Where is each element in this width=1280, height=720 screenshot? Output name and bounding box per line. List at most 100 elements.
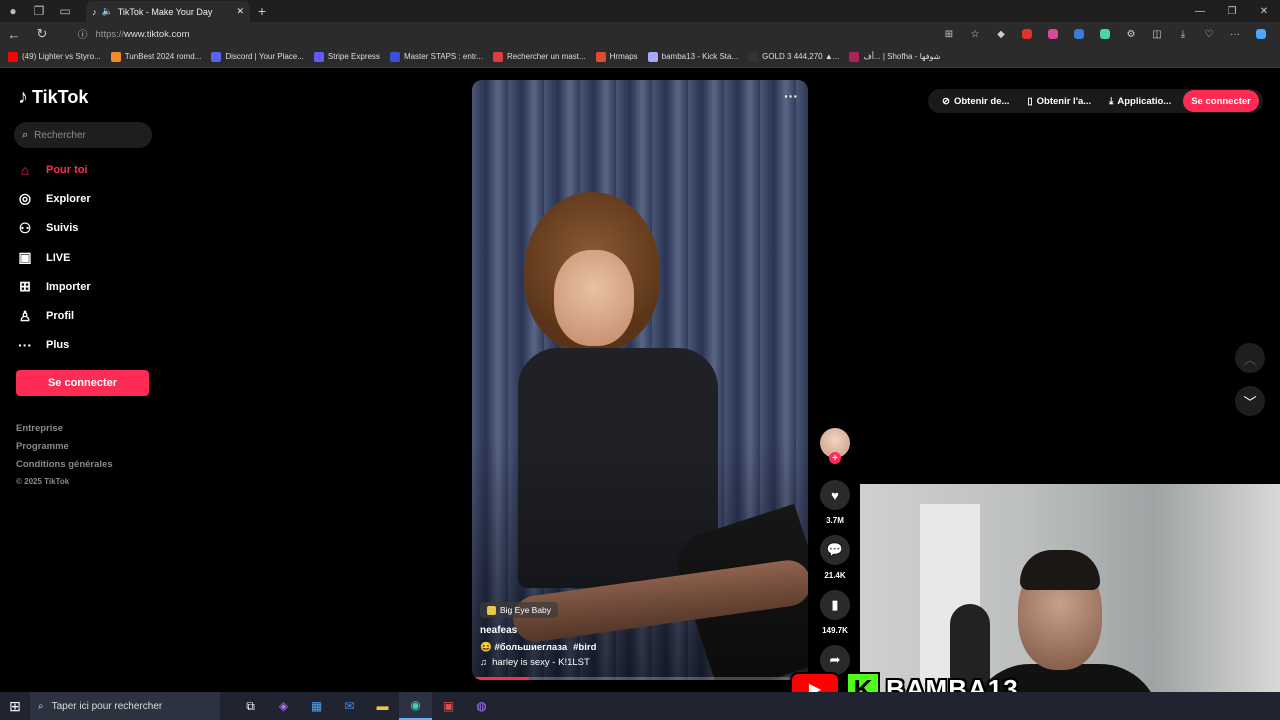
profile-icon[interactable]: ● xyxy=(0,0,26,22)
header-login-button[interactable]: Se connecter xyxy=(1183,90,1259,112)
get-app-button[interactable]: ▯ Obtenir l'a... xyxy=(1021,90,1097,112)
share-icon[interactable]: ➦ xyxy=(820,645,850,675)
footer-link[interactable]: Conditions générales xyxy=(16,459,113,477)
footer-links: Entreprise Programme Conditions générales xyxy=(16,423,113,477)
sidebar-item-pour-toi[interactable]: ⌂ Pour toi xyxy=(16,155,156,184)
refresh-icon[interactable]: ↻ xyxy=(28,22,56,46)
copilot-icon[interactable] xyxy=(1250,25,1272,43)
browser-essentials-icon[interactable]: ♡ xyxy=(1198,25,1220,43)
store-icon[interactable]: ▦ xyxy=(300,692,333,720)
copilot-taskbar-icon[interactable]: ◈ xyxy=(267,692,300,720)
mail-icon[interactable]: ✉ xyxy=(333,692,366,720)
footer-link[interactable]: Entreprise xyxy=(16,423,113,441)
workspaces-icon[interactable]: ❐ xyxy=(26,0,52,22)
bookmark-favicon-icon xyxy=(748,51,759,62)
like-action[interactable]: ♥ 3.7M xyxy=(820,480,850,525)
app-window-icon[interactable]: ▣ xyxy=(432,692,465,720)
hashtag[interactable]: 😆 #большиеглаза xyxy=(480,642,567,653)
bookmark-item[interactable]: GOLD 3 444,270 ▲... xyxy=(748,51,840,62)
bookmark-icon[interactable]: ▮ xyxy=(820,590,850,620)
following-icon: ⚇ xyxy=(18,219,32,236)
site-info-icon[interactable]: ⓘ xyxy=(78,27,88,41)
follow-plus-icon[interactable]: + xyxy=(829,452,841,464)
tiktok-logo[interactable]: ♪ TikTok xyxy=(18,86,88,109)
extension-2-icon[interactable] xyxy=(1016,25,1038,43)
tab-actions-icon[interactable]: ▭ xyxy=(52,0,78,22)
video-progress-bar[interactable] xyxy=(472,677,808,680)
downloads-icon[interactable]: ⤓ xyxy=(1172,25,1194,43)
split-screen-icon[interactable]: ◫ xyxy=(1146,25,1168,43)
back-icon[interactable]: ← xyxy=(0,22,28,46)
sidebar-item-importer[interactable]: ⊞ Importer xyxy=(16,272,156,301)
task-view-icon[interactable]: ⧉ xyxy=(234,692,267,720)
sidebar-item-suivis[interactable]: ⚇ Suivis xyxy=(16,214,156,243)
sidebar-item-explorer[interactable]: ◎ Explorer xyxy=(16,184,156,213)
bookmark-item[interactable]: Hrmaps xyxy=(595,51,638,62)
maximize-icon[interactable]: ❐ xyxy=(1216,0,1248,22)
comment-action[interactable]: 💬 21.4K xyxy=(820,535,850,580)
creator-avatar[interactable]: + xyxy=(820,428,850,464)
next-video-icon[interactable]: ﹀ xyxy=(1235,386,1265,416)
bookmark-item[interactable]: (49) Lighter vs Styro... xyxy=(8,51,101,62)
extensions-icon[interactable]: ⚙ xyxy=(1120,25,1142,43)
previous-video-icon[interactable]: ︿ xyxy=(1235,343,1265,373)
favorite-star-icon[interactable]: ☆ xyxy=(964,25,986,43)
effect-badge[interactable]: Big Eye Baby xyxy=(480,602,559,618)
heart-icon[interactable]: ♥ xyxy=(820,480,850,510)
windows-taskbar: ⊞ ⌕ Taper ici pour rechercher ⧉ ◈ ▦ ✉ ▬ … xyxy=(0,692,1280,720)
hashtag[interactable]: #bird xyxy=(573,642,596,653)
copyright: © 2025 TikTok xyxy=(16,477,70,486)
app-available-icon[interactable]: ⊞ xyxy=(938,25,960,43)
bookmark-favicon-icon xyxy=(389,51,400,62)
save-action[interactable]: ▮ 149.7K xyxy=(820,590,850,635)
bookmark-label: Master STAPS : entr... xyxy=(403,52,483,61)
bookmark-item[interactable]: أف... | Shofha - شوفها xyxy=(849,51,940,62)
sidebar-item-profil[interactable]: ♙ Profil xyxy=(16,301,156,330)
comment-count: 21.4K xyxy=(824,571,846,580)
bookmark-label: GOLD 3 444,270 ▲... xyxy=(762,52,840,61)
close-tab-icon[interactable]: ✕ xyxy=(236,6,244,17)
extension-5-icon[interactable] xyxy=(1094,25,1116,43)
windows-start-icon[interactable]: ⊞ xyxy=(0,692,30,720)
minimize-icon[interactable]: — xyxy=(1184,0,1216,22)
video-player[interactable]: ··· Big Eye Baby neafeas 😆 #большиеглаза… xyxy=(472,80,808,680)
audio-playing-icon[interactable]: 🔈 xyxy=(102,6,113,17)
search-icon: ⌕ xyxy=(22,128,29,141)
bookmark-item[interactable]: Master STAPS : entr... xyxy=(389,51,483,62)
bookmark-item[interactable]: Rechercher un mast... xyxy=(492,51,586,62)
sidebar-item-plus[interactable]: ··· Plus xyxy=(16,331,156,360)
tab-tiktok[interactable]: ♪ 🔈 TikTok - Make Your Day ✕ xyxy=(86,1,250,22)
bookmark-label: Rechercher un mast... xyxy=(506,52,586,61)
new-tab-button[interactable]: + xyxy=(252,0,272,22)
desktop-app-button[interactable]: ⤓ Applicatio... xyxy=(1103,90,1177,112)
sidebar-item-live[interactable]: ▣ LIVE xyxy=(16,243,156,272)
extension-3-icon[interactable] xyxy=(1042,25,1064,43)
footer-link[interactable]: Programme xyxy=(16,441,113,459)
search-box[interactable]: ⌕ xyxy=(14,122,152,148)
login-button[interactable]: Se connecter xyxy=(16,370,149,396)
profile-icon: ♙ xyxy=(18,307,32,324)
settings-menu-icon[interactable]: ··· xyxy=(1224,25,1246,43)
close-window-icon[interactable]: ✕ xyxy=(1248,0,1280,22)
bookmark-item[interactable]: TunBest 2024 romd... xyxy=(110,51,201,62)
bookmark-item[interactable]: Discord | Your Place... xyxy=(211,51,304,62)
extension-1-icon[interactable]: ◆ xyxy=(990,25,1012,43)
taskbar-search[interactable]: ⌕ Taper ici pour rechercher xyxy=(30,692,220,720)
edge-browser-icon[interactable]: ◉ xyxy=(399,692,432,720)
bookmark-item[interactable]: bamba13 - Kick Sta... xyxy=(647,51,738,62)
file-explorer-icon[interactable]: ▬ xyxy=(366,692,399,720)
share-action[interactable]: ➦ xyxy=(820,645,850,675)
video-more-icon[interactable]: ··· xyxy=(784,88,798,104)
bookmark-item[interactable]: Stripe Express xyxy=(313,51,380,62)
get-coins-button[interactable]: ⊘ Obtenir de... xyxy=(936,90,1015,112)
video-author[interactable]: neafeas xyxy=(480,625,517,636)
sidebar-item-label: Plus xyxy=(46,339,70,352)
address-bar[interactable]: ⓘ https://www.tiktok.com xyxy=(66,25,896,43)
bookmark-label: (49) Lighter vs Styro... xyxy=(22,52,101,61)
comment-icon[interactable]: 💬 xyxy=(820,535,850,565)
extension-4-icon[interactable] xyxy=(1068,25,1090,43)
video-sound[interactable]: ♫ harley is sexy - K!1LST xyxy=(480,657,590,668)
obs-icon[interactable]: ◍ xyxy=(465,692,498,720)
search-input[interactable] xyxy=(34,129,135,141)
sidebar-item-label: Suivis xyxy=(46,222,79,235)
